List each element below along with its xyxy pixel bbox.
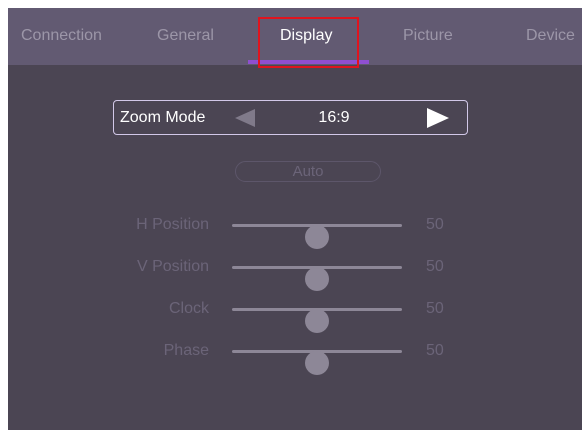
phase-label: Phase bbox=[163, 342, 209, 359]
clock-label: Clock bbox=[168, 300, 209, 317]
h-position-label: H Position bbox=[136, 216, 209, 233]
zoom-mode-value: 16:9 bbox=[318, 109, 350, 126]
h-position-slider-track[interactable] bbox=[232, 224, 402, 249]
auto-button[interactable]: Auto bbox=[235, 161, 381, 182]
tab-general[interactable]: General bbox=[157, 27, 214, 45]
display-settings-screen: Connection General Display Picture Devic… bbox=[8, 8, 582, 430]
clock-row: Clock 50 bbox=[8, 296, 582, 333]
h-position-value: 50 bbox=[426, 216, 444, 233]
zoom-mode-selector[interactable]: Zoom Mode 16:9 bbox=[113, 100, 468, 135]
clock-slider-track[interactable] bbox=[232, 308, 402, 333]
phase-slider-knob[interactable] bbox=[305, 351, 329, 375]
tab-picture[interactable]: Picture bbox=[403, 27, 453, 45]
h-position-row: H Position 50 bbox=[8, 212, 582, 249]
phase-row: Phase 50 bbox=[8, 338, 582, 375]
clock-slider-knob[interactable] bbox=[305, 309, 329, 333]
phase-slider-track[interactable] bbox=[232, 350, 402, 375]
tab-device[interactable]: Device bbox=[526, 27, 575, 45]
triangle-left-icon[interactable] bbox=[235, 109, 255, 127]
tab-highlight-box bbox=[258, 17, 359, 68]
zoom-mode-label: Zoom Mode bbox=[120, 109, 206, 126]
h-position-slider-knob[interactable] bbox=[305, 225, 329, 249]
tab-connection[interactable]: Connection bbox=[21, 27, 102, 45]
v-position-slider-knob[interactable] bbox=[305, 267, 329, 291]
phase-value: 50 bbox=[426, 342, 444, 359]
v-position-row: V Position 50 bbox=[8, 254, 582, 291]
v-position-slider-track[interactable] bbox=[232, 266, 402, 291]
clock-value: 50 bbox=[426, 300, 444, 317]
v-position-value: 50 bbox=[426, 258, 444, 275]
v-position-label: V Position bbox=[136, 258, 209, 275]
triangle-right-icon[interactable] bbox=[427, 108, 449, 128]
